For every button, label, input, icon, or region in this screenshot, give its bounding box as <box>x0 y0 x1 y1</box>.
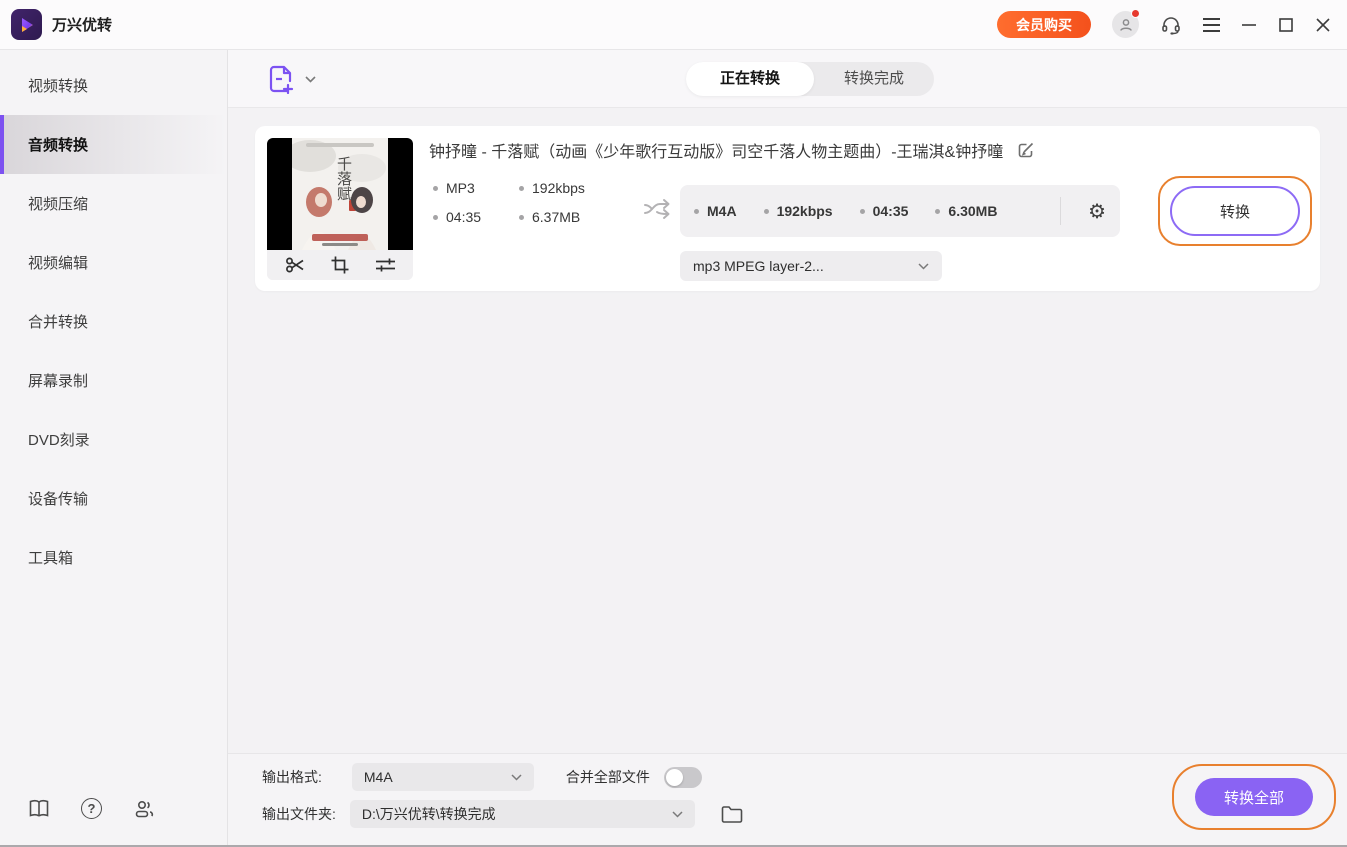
close-button[interactable] <box>1315 17 1331 33</box>
target-duration: 04:35 <box>859 203 908 219</box>
app-title: 万兴优转 <box>52 17 113 34</box>
menu-icon[interactable] <box>1203 17 1220 32</box>
target-size: 6.30MB <box>935 203 997 219</box>
convert-all-button[interactable]: 转换全部 <box>1195 778 1313 816</box>
chevron-down-icon <box>511 773 522 781</box>
file-thumbnail: 千落赋 <box>267 138 413 280</box>
chevron-down-icon <box>918 262 929 270</box>
convert-to-shuffle-icon <box>643 196 673 222</box>
sidebar-item-video-convert[interactable]: 视频转换 <box>0 56 227 115</box>
settings-gear-icon[interactable]: ⚙ <box>1088 201 1106 221</box>
target-info: M4A 192kbps 04:35 6.30MB ⚙ <box>680 185 1120 237</box>
output-folder-select[interactable]: D:\万兴优转\转换完成 <box>349 800 695 828</box>
tab-converting[interactable]: 正在转换 <box>686 62 814 96</box>
svg-text:千落赋: 千落赋 <box>335 156 353 201</box>
convert-button-highlight: 转换 <box>1158 176 1312 246</box>
app-logo-icon <box>11 9 42 40</box>
community-people-icon[interactable] <box>133 799 155 819</box>
sidebar-item-device-transfer[interactable]: 设备传输 <box>0 469 227 528</box>
guide-book-icon[interactable] <box>28 799 50 819</box>
member-purchase-button[interactable]: 会员购买 <box>997 11 1091 38</box>
source-bitrate: 192kbps <box>519 180 585 196</box>
sidebar-item-dvd-burn[interactable]: DVD刻录 <box>0 410 227 469</box>
help-question-icon[interactable]: ? <box>81 798 102 819</box>
user-avatar-icon[interactable] <box>1112 9 1140 38</box>
merge-all-label: 合并全部文件 <box>565 769 650 785</box>
codec-dropdown[interactable]: mp3 MPEG layer-2... <box>680 251 942 281</box>
thumbnail-toolbar <box>267 250 413 280</box>
target-bitrate: 192kbps <box>763 203 833 219</box>
source-info: MP3 192kbps 04:35 6.37MB <box>433 180 585 225</box>
minimize-button[interactable] <box>1241 17 1257 33</box>
support-headset-icon[interactable] <box>1160 14 1182 36</box>
file-title: 钟抒曈 - 千落赋（动画《少年歌行互动版》司空千落人物主题曲）-王瑞淇&钟抒曈 <box>429 144 1004 161</box>
sidebar-item-toolbox[interactable]: 工具箱 <box>0 528 227 587</box>
output-format-select[interactable]: M4A <box>351 763 534 791</box>
codec-dropdown-value: mp3 MPEG layer-2... <box>693 258 824 274</box>
sidebar-item-video-compress[interactable]: 视频压缩 <box>0 174 227 233</box>
trim-scissors-icon[interactable] <box>285 256 305 274</box>
output-folder-value: D:\万兴优转\转换完成 <box>361 806 496 822</box>
divider <box>1060 197 1062 225</box>
merge-all-toggle[interactable] <box>663 766 702 788</box>
output-format-label: 输出格式: <box>262 769 322 785</box>
sidebar-item-audio-convert[interactable]: 音频转换 <box>0 115 227 174</box>
album-art: 千落赋 <box>267 138 413 250</box>
main-area: 正在转换 转换完成 千落赋 钟抒曈 - 千落赋（动画《少年歌行互动版》司空千落人… <box>228 50 1347 847</box>
convert-all-highlight: 转换全部 <box>1172 764 1336 830</box>
sidebar-item-video-edit[interactable]: 视频编辑 <box>0 233 227 292</box>
toggle-knob <box>665 768 683 786</box>
source-duration: 04:35 <box>433 209 519 225</box>
output-folder-label: 输出文件夹: <box>262 806 336 822</box>
rename-edit-icon[interactable] <box>1017 141 1035 159</box>
target-format: M4A <box>694 203 737 219</box>
footer-bar: 输出格式: M4A 合并全部文件 输出文件夹: D:\万兴优转\转换完成 转换全… <box>228 753 1347 847</box>
chevron-down-icon <box>672 810 683 818</box>
open-folder-icon[interactable] <box>721 805 743 823</box>
convert-button[interactable]: 转换 <box>1170 186 1300 236</box>
source-size: 6.37MB <box>519 209 585 225</box>
convert-tabs: 正在转换 转换完成 <box>686 62 934 96</box>
tab-finished[interactable]: 转换完成 <box>814 62 934 96</box>
effects-sliders-icon[interactable] <box>375 257 396 273</box>
chevron-down-icon <box>305 75 316 83</box>
sidebar: 视频转换 音频转换 视频压缩 视频编辑 合并转换 屏幕录制 DVD刻录 设备传输… <box>0 50 228 845</box>
title-bar: 万兴优转 会员购买 <box>0 0 1347 50</box>
sidebar-item-merge-convert[interactable]: 合并转换 <box>0 292 227 351</box>
maximize-button[interactable] <box>1278 17 1294 33</box>
main-toolbar: 正在转换 转换完成 <box>228 50 1347 108</box>
source-format: MP3 <box>433 180 519 196</box>
file-card: 千落赋 钟抒曈 - 千落赋（动画《少年歌行互动版》司空千落人物主题曲）-王瑞淇&… <box>255 126 1320 291</box>
notification-dot <box>1131 9 1140 18</box>
output-format-value: M4A <box>363 769 393 785</box>
sidebar-item-screen-record[interactable]: 屏幕录制 <box>0 351 227 410</box>
add-file-button[interactable] <box>268 64 316 94</box>
crop-icon[interactable] <box>331 256 349 274</box>
